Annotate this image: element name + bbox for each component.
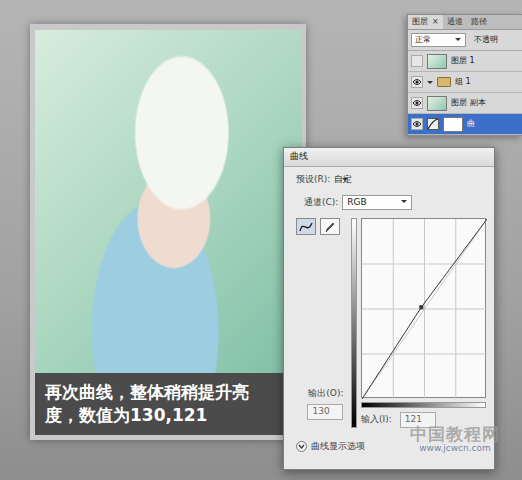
curve-options-toggle[interactable]: 曲线显示选项 bbox=[296, 440, 486, 454]
layer-kind bbox=[427, 117, 463, 132]
channel-value[interactable]: RGB bbox=[347, 197, 366, 207]
layer-name[interactable]: 图层 副本 bbox=[451, 97, 486, 109]
channel-select[interactable]: RGB bbox=[342, 195, 412, 211]
layer-thumbnail bbox=[427, 54, 447, 69]
layer-name[interactable]: 曲 bbox=[467, 118, 475, 130]
layer-row[interactable]: 曲 bbox=[408, 114, 522, 135]
options-label[interactable]: 曲线显示选项 bbox=[311, 440, 365, 454]
input-group: 输入(I): 121 bbox=[361, 412, 486, 428]
watermark-url: www.jcwcn.com bbox=[410, 444, 500, 454]
pencil-tool-button[interactable] bbox=[320, 218, 340, 235]
layer-kind bbox=[427, 96, 447, 111]
curves-dialog: 曲线预设(R): 自定通道(C): RGB 输出(O): 130 输入(I): 121 曲线显… bbox=[283, 147, 495, 470]
curve-graph[interactable] bbox=[361, 218, 486, 398]
layers-panel: 图层 × 通道路径正常 不透明图层 1 组 1 图层 副本曲 bbox=[407, 14, 522, 136]
folder-icon bbox=[437, 77, 451, 87]
tab-label[interactable]: 图层 bbox=[412, 16, 428, 28]
curves-adjustment-icon bbox=[427, 118, 439, 130]
output-label: 输出(O): bbox=[308, 387, 343, 401]
input-gradient bbox=[361, 402, 486, 408]
preset-label: 预设(R): bbox=[296, 173, 330, 187]
visibility-toggle[interactable] bbox=[411, 76, 423, 88]
panel-tab[interactable]: 通道 bbox=[443, 15, 467, 29]
caption-box: 再次曲线，整体稍稍提升亮度，数值为130,121 bbox=[35, 373, 302, 435]
channel-label: 通道(C): bbox=[304, 196, 338, 210]
tool-buttons bbox=[296, 218, 347, 235]
title-bar: 曲线 bbox=[284, 148, 494, 167]
channel-row: 通道(C): RGB bbox=[304, 195, 486, 211]
curve-point[interactable] bbox=[419, 305, 423, 309]
photo bbox=[35, 30, 302, 373]
blend-mode-select[interactable]: 正常 bbox=[411, 33, 466, 47]
tab-label[interactable]: 路径 bbox=[471, 16, 487, 28]
curve-plot bbox=[362, 219, 487, 399]
layer-name[interactable]: 组 1 bbox=[455, 76, 471, 88]
layer-row[interactable]: 组 1 bbox=[408, 72, 522, 93]
panel-tabs: 图层 × 通道路径 bbox=[408, 15, 522, 30]
curve-tool-button[interactable] bbox=[296, 218, 316, 235]
dialog-body: 预设(R): 自定通道(C): RGB 输出(O): 130 输入(I): 121 曲线显示选… bbox=[284, 167, 494, 460]
curve-icon bbox=[299, 221, 313, 233]
expand-arrow[interactable] bbox=[427, 81, 433, 87]
preset-select[interactable]: 自定 bbox=[334, 173, 352, 187]
preset-row: 预设(R): 自定 bbox=[296, 173, 486, 187]
expand-chevron-icon bbox=[296, 441, 307, 452]
left-column: 输出(O): 130 bbox=[296, 218, 347, 428]
input-label: 输入(I): bbox=[361, 413, 392, 427]
layer-mask-thumbnail bbox=[443, 117, 463, 132]
layer-kind bbox=[427, 77, 451, 87]
visibility-toggle[interactable] bbox=[411, 118, 423, 130]
panel-tab[interactable]: 图层 × bbox=[408, 15, 443, 29]
panel-tab[interactable]: 路径 bbox=[467, 15, 491, 29]
output-field[interactable]: 130 bbox=[307, 404, 343, 420]
curves-main: 输出(O): 130 输入(I): 121 bbox=[296, 218, 486, 428]
layer-row[interactable]: 图层 1 bbox=[408, 51, 522, 72]
watermark: 中国教程网www.jcwcn.com bbox=[410, 425, 500, 454]
blend-mode[interactable]: 正常 bbox=[415, 35, 431, 44]
eye-icon bbox=[412, 78, 422, 86]
visibility-toggle[interactable] bbox=[411, 55, 423, 67]
output-group: 输出(O): 130 bbox=[296, 387, 347, 428]
blend-row: 正常 不透明 bbox=[408, 30, 522, 51]
input-field[interactable]: 121 bbox=[400, 412, 436, 428]
caption-text: 再次曲线，整体稍稍提升亮度，数值为130,121 bbox=[45, 381, 260, 427]
output-gradient bbox=[351, 218, 357, 428]
layer-kind bbox=[427, 54, 447, 69]
visibility-toggle[interactable] bbox=[411, 97, 423, 109]
close-button[interactable]: × bbox=[432, 16, 439, 28]
eye-icon bbox=[412, 99, 422, 107]
pencil-icon bbox=[324, 221, 336, 233]
layer-name[interactable]: 图层 1 bbox=[451, 55, 475, 67]
layer-thumbnail bbox=[427, 96, 447, 111]
eye-icon bbox=[412, 120, 422, 128]
preset-value[interactable]: 自定 bbox=[334, 174, 352, 184]
graph-column: 输入(I): 121 bbox=[361, 218, 486, 428]
watermark-name: 中国教程网 bbox=[410, 425, 500, 444]
opacity-label: 不透明 bbox=[474, 34, 498, 46]
dialog-title: 曲线 bbox=[290, 150, 308, 164]
photoshop-screen: 再次曲线，整体稍稍提升亮度，数值为130,121 图层 × 通道路径正常 不透明图层 1… bbox=[0, 0, 522, 480]
layer-row[interactable]: 图层 副本 bbox=[408, 93, 522, 114]
tab-label[interactable]: 通道 bbox=[447, 16, 463, 28]
